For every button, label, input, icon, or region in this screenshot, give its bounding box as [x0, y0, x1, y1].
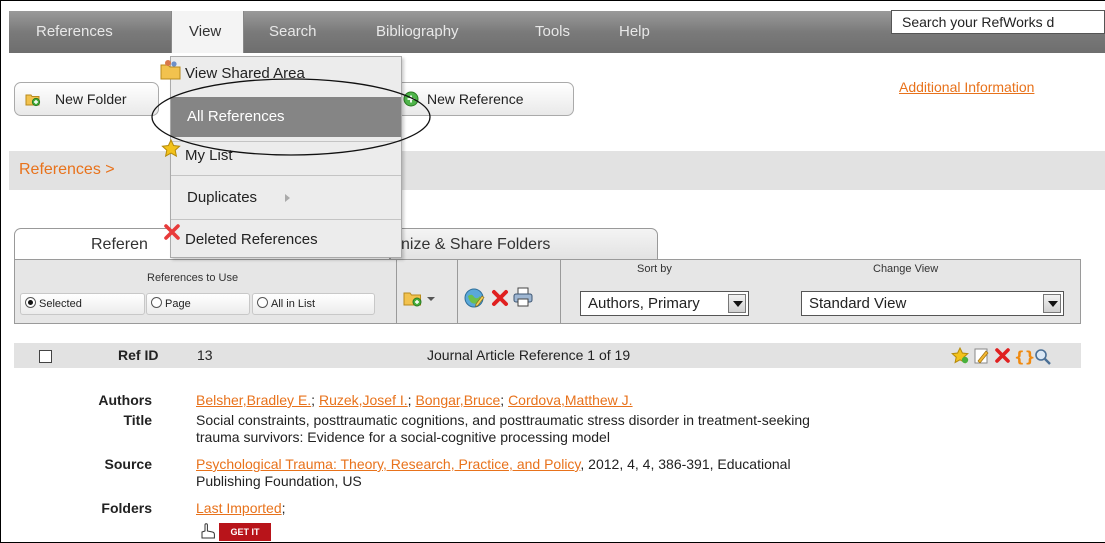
delete-x-icon — [164, 224, 180, 240]
new-folder-label: New Folder — [55, 91, 127, 107]
page-radio[interactable] — [151, 297, 162, 308]
author-link[interactable]: Belsher,Bradley E. — [196, 392, 311, 408]
menu-help[interactable]: Help — [619, 11, 650, 53]
search-input[interactable]: Search your RefWorks d — [891, 10, 1105, 34]
svg-text:{}: {} — [1014, 348, 1035, 365]
reference-type-line: Journal Article Reference 1 of 19 — [427, 347, 631, 363]
source-journal-link[interactable]: Psychological Trauma: Theory, Research, … — [196, 456, 580, 472]
reference-actions-panel: References to Use Selected Page All in L… — [14, 259, 1081, 324]
change-view-select[interactable]: Standard View — [801, 291, 1064, 316]
add-to-folder-icon[interactable] — [403, 288, 439, 308]
ref-id-label: Ref ID — [118, 347, 159, 363]
breadcrumb-references[interactable]: References > — [19, 161, 115, 179]
panel-divider — [560, 260, 561, 323]
title-line: trauma survivors: Evidence for a social-… — [196, 429, 610, 445]
change-view-value: Standard View — [809, 295, 907, 312]
add-to-list-star-icon[interactable] — [951, 347, 969, 364]
tab-organize-share-folders[interactable]: nize & Share Folders — [390, 228, 658, 260]
menu-view[interactable]: View — [171, 11, 244, 53]
menu-item-label: Duplicates — [187, 189, 258, 206]
get-it-label: GET IT — [219, 523, 271, 541]
authors-label: Authors — [98, 392, 152, 408]
source-value: Psychological Trauma: Theory, Research, … — [196, 456, 791, 490]
authors-value: Belsher,Bradley E.; Ruzek,Josef I.; Bong… — [196, 392, 633, 408]
menu-divider — [171, 219, 401, 220]
print-icon[interactable] — [512, 286, 534, 308]
delete-reference-icon[interactable] — [995, 348, 1010, 363]
folder-separator: ; — [281, 500, 286, 516]
page-option[interactable]: Page — [146, 293, 250, 315]
delete-icon[interactable] — [491, 289, 509, 307]
references-to-use-label: References to Use — [147, 272, 239, 284]
additional-information-link[interactable]: Additional Information — [899, 79, 1034, 95]
edit-pencil-icon[interactable] — [974, 348, 989, 364]
chevron-down-icon[interactable] — [728, 294, 746, 313]
title-value: Social constraints, posttraumatic cognit… — [196, 412, 810, 446]
new-reference-label: New Reference — [427, 91, 524, 107]
author-link[interactable]: Cordova,Matthew J. — [508, 392, 633, 408]
change-view-label: Change View — [873, 263, 939, 275]
chevron-down-icon[interactable] — [1043, 294, 1061, 313]
sort-by-value: Authors, Primary — [588, 295, 700, 312]
new-folder-button[interactable]: New Folder — [14, 82, 159, 116]
all-in-list-radio[interactable] — [257, 297, 268, 308]
submenu-arrow-icon — [285, 194, 290, 202]
menu-bibliography[interactable]: Bibliography — [376, 11, 459, 53]
folder-add-icon — [25, 94, 41, 107]
citation-braces-icon[interactable]: {} — [1014, 348, 1035, 365]
menu-search[interactable]: Search — [269, 11, 317, 53]
hand-pointer-icon — [201, 523, 215, 539]
all-in-list-label: All in List — [271, 298, 316, 310]
author-link[interactable]: Bongar,Bruce — [415, 392, 500, 408]
title-line: Social constraints, posttraumatic cognit… — [196, 412, 810, 428]
view-magnifier-icon[interactable] — [1035, 349, 1051, 365]
menu-item-deleted-references[interactable]: Deleted References — [164, 224, 401, 255]
ref-id-value: 13 — [197, 347, 213, 363]
panel-divider — [396, 260, 397, 323]
menu-item-label: Deleted References — [185, 231, 318, 248]
tab-organize-label: nize & Share Folders — [401, 236, 551, 253]
selected-option[interactable]: Selected — [20, 293, 145, 315]
selected-label: Selected — [39, 298, 82, 310]
folders-value: Last Imported; — [196, 500, 286, 517]
menu-tools[interactable]: Tools — [535, 11, 570, 53]
menu-item-duplicates[interactable]: Duplicates — [171, 183, 401, 213]
source-label: Source — [104, 456, 152, 472]
menu-references[interactable]: References — [36, 11, 113, 53]
reference-header-row: Ref ID 13 Journal Article Reference 1 of… — [14, 343, 1081, 368]
all-in-list-option[interactable]: All in List — [252, 293, 375, 315]
sort-by-label: Sort by — [637, 263, 672, 275]
menu-divider — [171, 175, 401, 176]
source-publisher: Publishing Foundation, US — [196, 473, 362, 489]
panel-divider — [457, 260, 458, 323]
folders-label: Folders — [101, 500, 152, 516]
source-details: , 2012, 4, 4, 386-391, Educational — [580, 456, 791, 472]
selected-radio[interactable] — [25, 297, 36, 308]
reference-action-icons: {} — [951, 347, 1051, 365]
page-label: Page — [165, 298, 191, 310]
tab-references-label: Referen — [91, 236, 148, 253]
get-it-button[interactable]: GET IT — [199, 522, 289, 543]
author-link[interactable]: Ruzek,Josef I. — [319, 392, 408, 408]
annotation-ellipse — [151, 78, 431, 156]
select-reference-checkbox[interactable] — [39, 350, 52, 363]
globe-pencil-icon[interactable] — [463, 287, 485, 309]
sort-by-select[interactable]: Authors, Primary — [580, 291, 749, 316]
title-label: Title — [123, 412, 152, 428]
folder-link[interactable]: Last Imported — [196, 500, 282, 516]
